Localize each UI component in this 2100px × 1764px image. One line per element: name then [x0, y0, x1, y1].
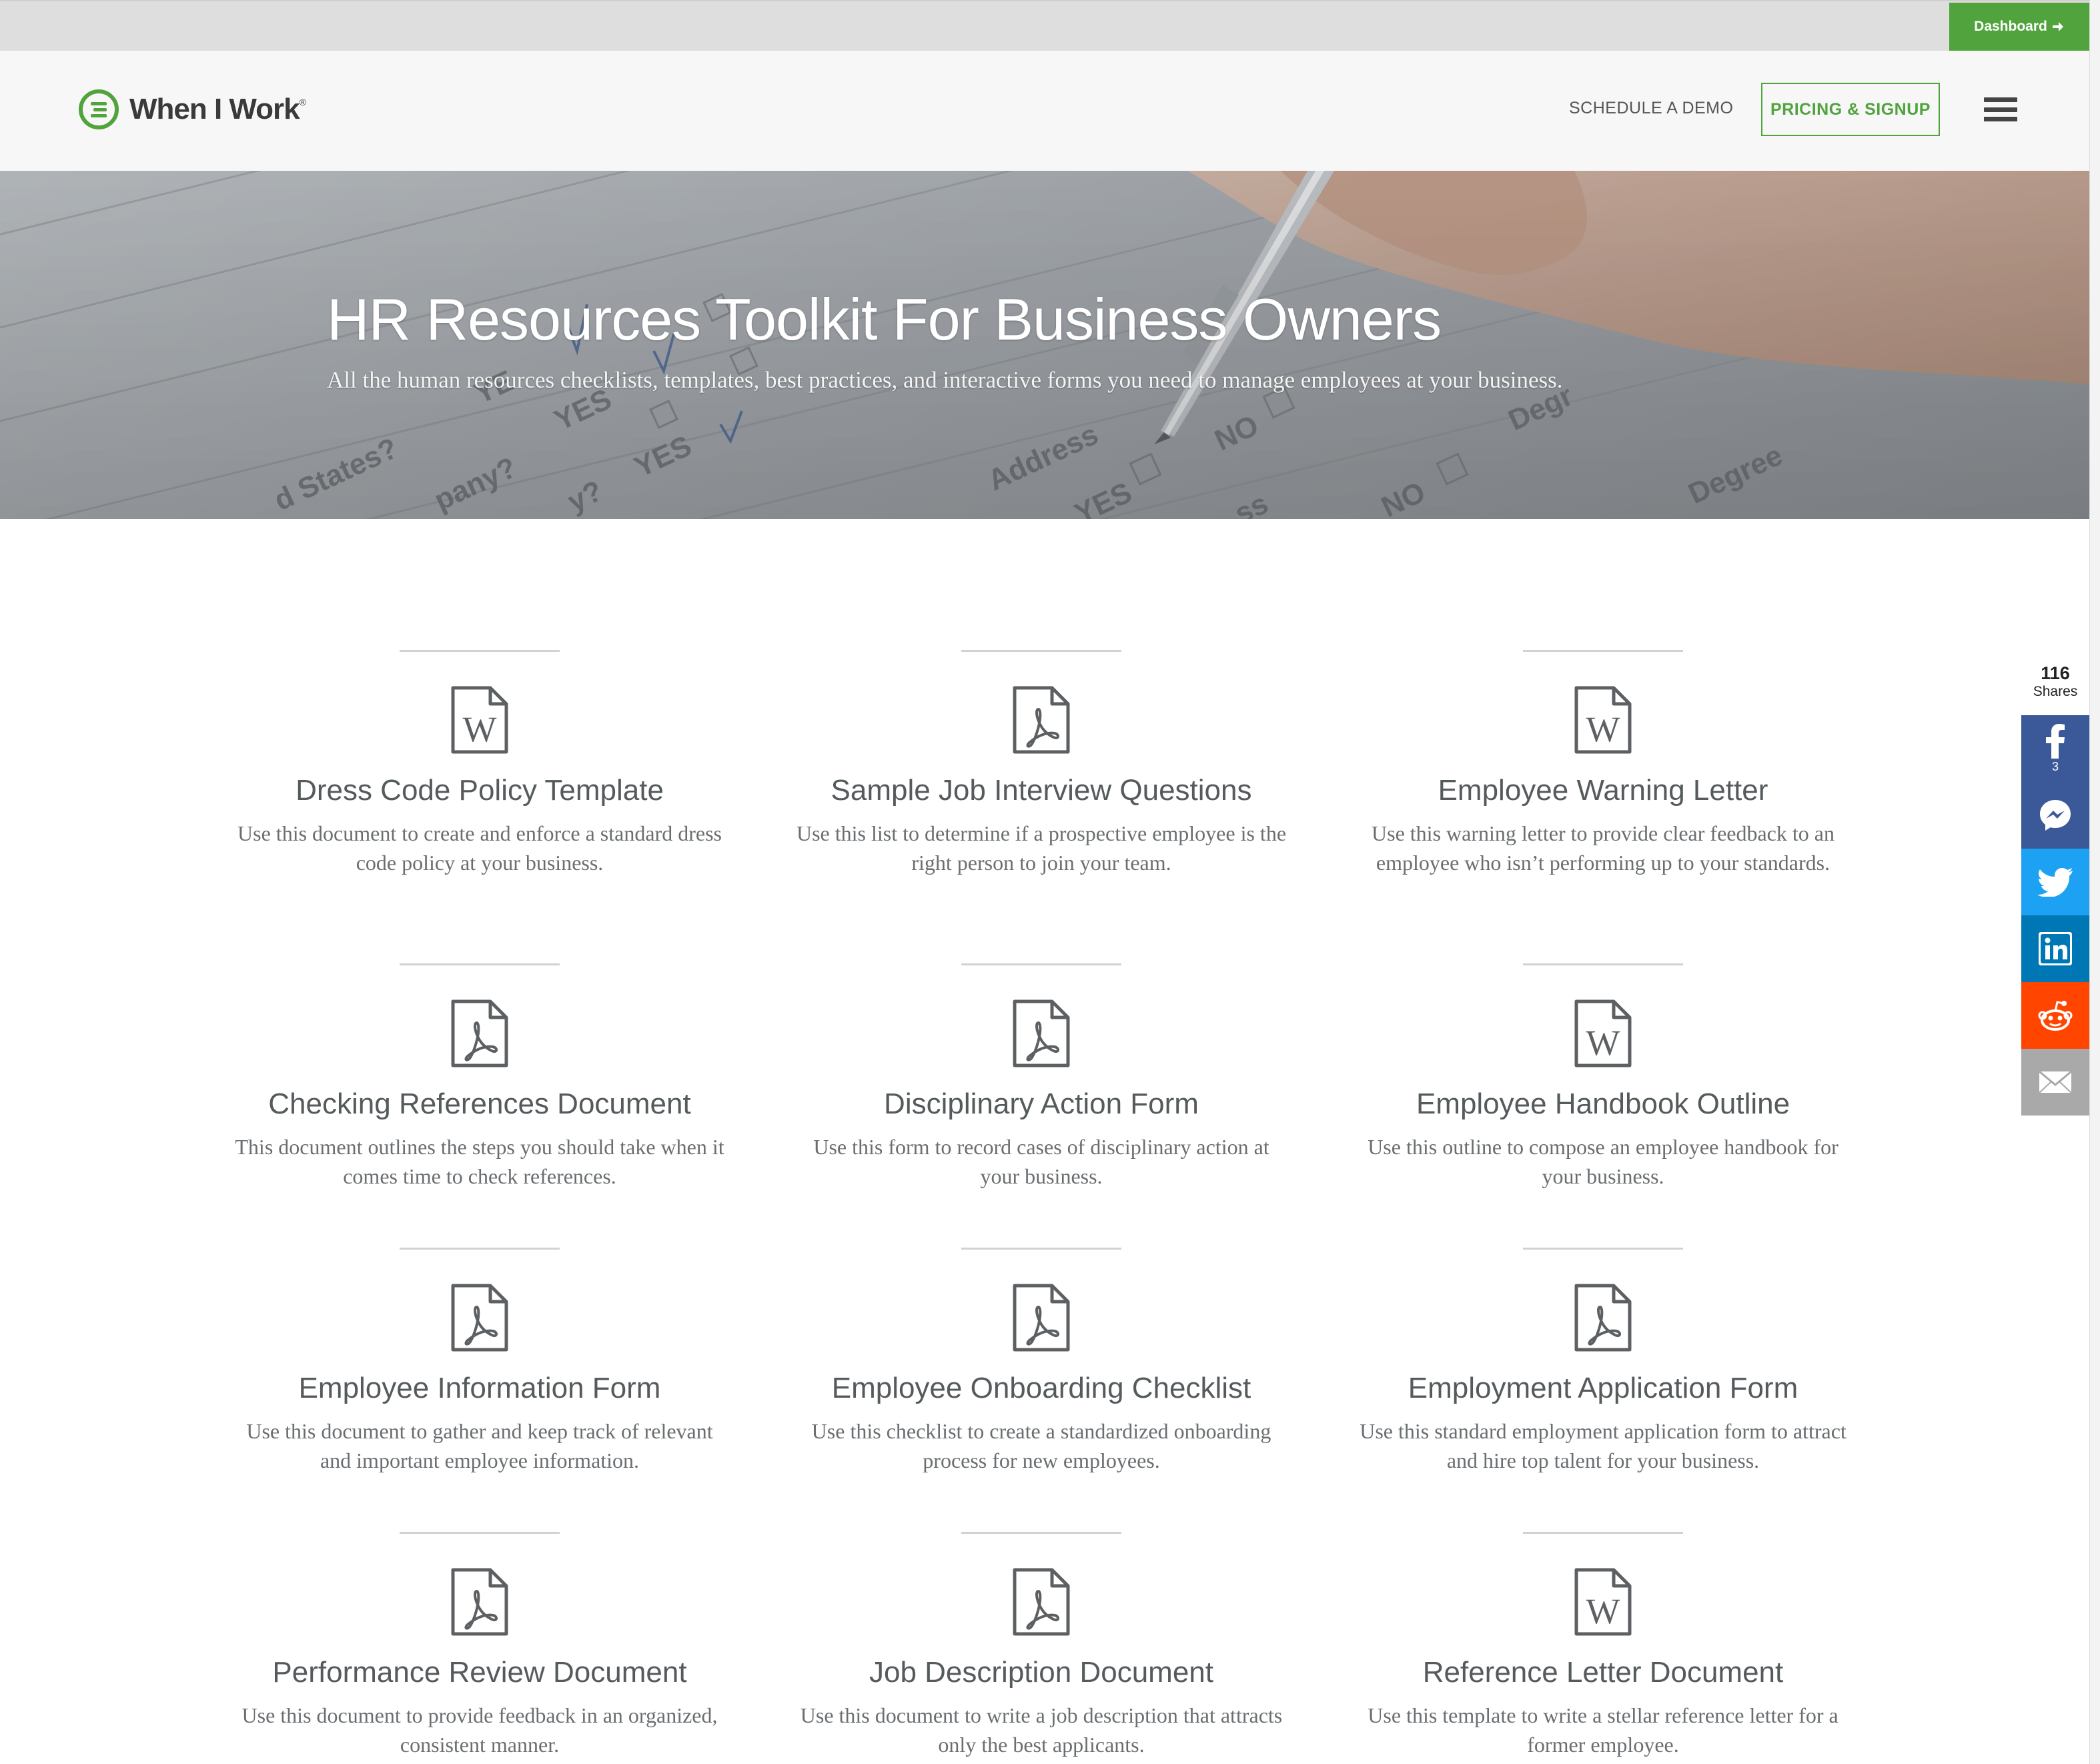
pdf-doc-icon — [1013, 686, 1070, 754]
resource-description: Use this standard employment application… — [1360, 1419, 1847, 1472]
word-doc-icon: W — [451, 686, 508, 754]
share-sidebar: 116 Shares 3 — [2021, 659, 2089, 1116]
resource-card[interactable]: Employment Application Form Use this sta… — [1350, 1248, 1857, 1475]
top-utility-bar: Dashboard — [0, 0, 2089, 51]
pdf-doc-icon — [1013, 1284, 1070, 1352]
resource-description: Use this checklist to create a standardi… — [811, 1419, 1271, 1472]
twitter-icon — [2037, 868, 2073, 897]
resource-description: Use this document to create and enforce … — [237, 821, 722, 875]
facebook-icon — [2046, 723, 2065, 759]
resource-title: Employee Information Form — [298, 1372, 661, 1404]
resource-title: Employee Handbook Outline — [1416, 1087, 1790, 1120]
resource-card[interactable]: W Dress Code Policy Template Use this do… — [226, 650, 733, 877]
resource-card[interactable]: W Employee Warning Letter Use this warni… — [1350, 650, 1857, 877]
resource-card[interactable]: Performance Review Document Use this doc… — [226, 1532, 733, 1759]
resource-description: This document outlines the steps you sho… — [235, 1135, 724, 1188]
reddit-share-button[interactable] — [2021, 982, 2089, 1049]
logo-wordmark: When I Work — [129, 93, 300, 125]
resource-description: Use this outline to compose an employee … — [1368, 1135, 1839, 1188]
word-doc-icon: W — [1574, 999, 1632, 1067]
resource-title: Employment Application Form — [1408, 1372, 1798, 1404]
schedule-demo-link[interactable]: SCHEDULE A DEMO — [1569, 99, 1733, 118]
svg-text:W: W — [463, 709, 497, 749]
svg-text:W: W — [1586, 709, 1620, 749]
resource-description: Use this list to determine if a prospect… — [796, 821, 1287, 875]
resource-description: Use this document to gather and keep tra… — [246, 1419, 713, 1472]
card-divider — [961, 1532, 1121, 1534]
resource-title: Reference Letter Document — [1422, 1656, 1784, 1689]
resource-title: Checking References Document — [268, 1087, 691, 1120]
pricing-signup-button[interactable]: PRICING & SIGNUP — [1761, 83, 1940, 136]
site-header: When I Work® SCHEDULE A DEMO PRICING & S… — [0, 51, 2089, 171]
share-count: 116 Shares — [2021, 659, 2089, 715]
email-share-button[interactable] — [2021, 1049, 2089, 1116]
dashboard-button[interactable]: Dashboard — [1949, 3, 2089, 51]
twitter-share-button[interactable] — [2021, 849, 2089, 915]
reddit-icon — [2038, 1001, 2073, 1031]
card-divider — [400, 1248, 560, 1250]
logo-text: When I Work® — [129, 93, 306, 126]
pdf-doc-icon — [1013, 1568, 1070, 1636]
hero-banner: d States? pany? y? YES YES YE Address YE… — [0, 171, 2089, 519]
scrollbar[interactable] — [2089, 0, 2100, 1764]
pdf-doc-icon — [1574, 1284, 1632, 1352]
card-divider — [400, 1532, 560, 1534]
resource-grid: W Dress Code Policy Template Use this do… — [0, 519, 2089, 1764]
resource-description: Use this document to provide feedback in… — [241, 1703, 718, 1757]
facebook-share-count: 3 — [2051, 759, 2059, 773]
resource-title: Employee Onboarding Checklist — [831, 1372, 1251, 1404]
facebook-share-button[interactable]: 3 — [2021, 715, 2089, 782]
resource-description: Use this warning letter to provide clear… — [1372, 821, 1834, 875]
resource-title: Disciplinary Action Form — [884, 1087, 1199, 1120]
share-count-number: 116 — [2041, 663, 2070, 683]
resource-description: Use this document to write a job descrip… — [800, 1703, 1283, 1757]
card-divider — [1523, 1532, 1683, 1534]
word-doc-icon: W — [1574, 1568, 1632, 1636]
linkedin-icon — [2039, 932, 2072, 965]
svg-text:W: W — [1586, 1591, 1620, 1631]
card-divider — [1523, 650, 1683, 652]
resource-card[interactable]: Disciplinary Action Form Use this form t… — [788, 963, 1295, 1191]
card-divider — [961, 650, 1121, 652]
pdf-doc-icon — [1013, 999, 1070, 1067]
resource-title: Employee Warning Letter — [1438, 774, 1768, 807]
card-divider — [961, 963, 1121, 965]
resource-title: Job Description Document — [869, 1656, 1213, 1689]
pdf-doc-icon — [451, 1284, 508, 1352]
resource-title: Sample Job Interview Questions — [831, 774, 1252, 807]
resource-title: Dress Code Policy Template — [296, 774, 664, 807]
card-divider — [400, 963, 560, 965]
resource-card[interactable]: Employee Information Form Use this docum… — [226, 1248, 733, 1475]
hamburger-menu-icon[interactable] — [1984, 97, 2017, 121]
card-divider — [1523, 963, 1683, 965]
resource-card[interactable]: Employee Onboarding Checklist Use this c… — [788, 1248, 1295, 1475]
resource-card[interactable]: Sample Job Interview Questions Use this … — [788, 650, 1295, 877]
resource-title: Performance Review Document — [272, 1656, 687, 1689]
pdf-doc-icon — [451, 999, 508, 1067]
card-divider — [961, 1248, 1121, 1250]
logo-mark-icon — [79, 89, 119, 129]
resource-card[interactable]: Job Description Document Use this docume… — [788, 1532, 1295, 1759]
arrow-right-icon — [2052, 22, 2063, 31]
dashboard-label: Dashboard — [1974, 19, 2047, 34]
logo[interactable]: When I Work® — [77, 88, 306, 131]
linkedin-share-button[interactable] — [2021, 915, 2089, 982]
pdf-doc-icon — [451, 1568, 508, 1636]
share-count-label: Shares — [2033, 684, 2078, 699]
hero-subtitle: All the human resources checklists, temp… — [327, 367, 1563, 393]
resource-card[interactable]: W Employee Handbook Outline Use this out… — [1350, 963, 1857, 1191]
resource-card[interactable]: W Reference Letter Document Use this tem… — [1350, 1532, 1857, 1759]
hero-title: HR Resources Toolkit For Business Owners — [327, 286, 1442, 352]
email-icon — [2039, 1070, 2072, 1093]
messenger-icon — [2040, 800, 2071, 831]
messenger-share-button[interactable] — [2021, 782, 2089, 849]
resource-card[interactable]: Checking References Document This docume… — [226, 963, 733, 1191]
resource-description: Use this form to record cases of discipl… — [813, 1135, 1269, 1188]
card-divider — [1523, 1248, 1683, 1250]
card-divider — [400, 650, 560, 652]
resource-description: Use this template to write a stellar ref… — [1368, 1703, 1839, 1757]
logo-registered-mark: ® — [299, 97, 306, 107]
svg-text:W: W — [1586, 1023, 1620, 1063]
word-doc-icon: W — [1574, 686, 1632, 754]
